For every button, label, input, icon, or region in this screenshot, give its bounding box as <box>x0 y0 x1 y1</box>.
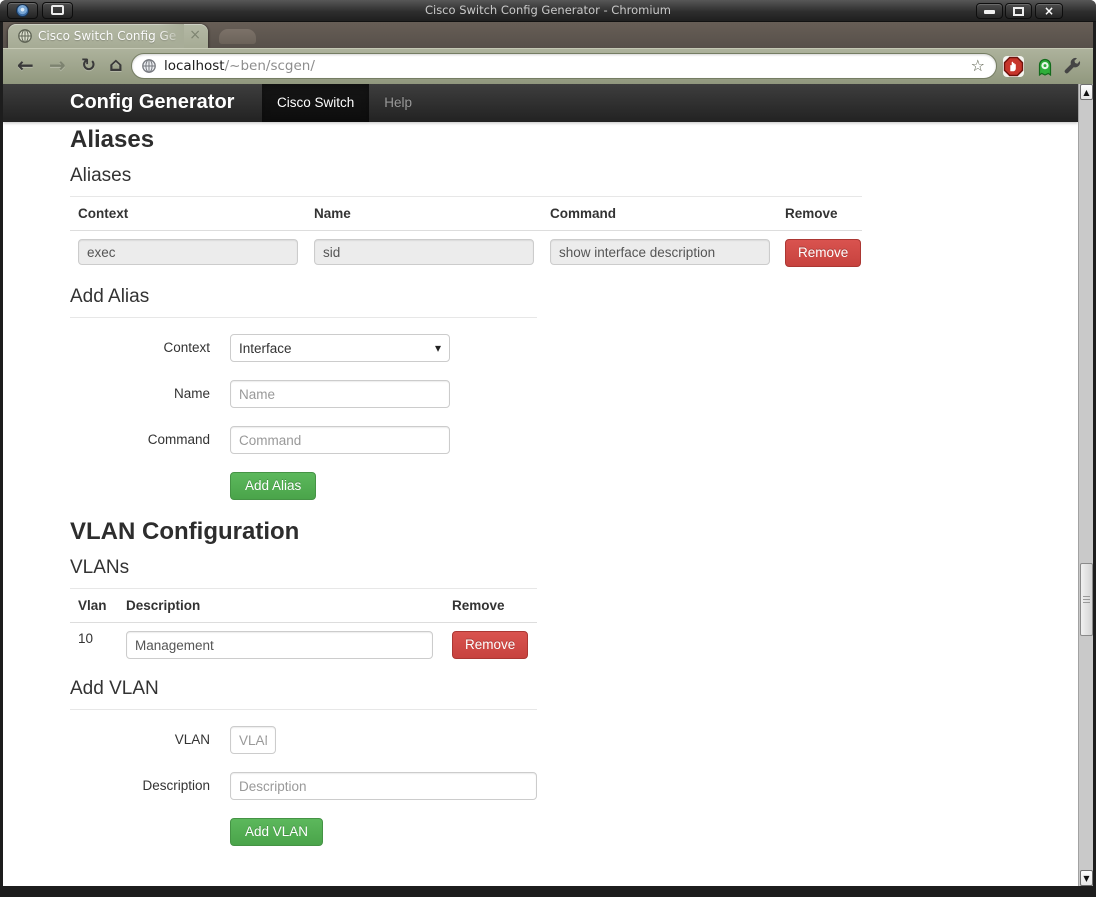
vlans-col-description: Description <box>118 589 444 623</box>
vlan-input[interactable] <box>230 726 276 754</box>
site-globe-icon <box>141 58 157 74</box>
nav-item-help[interactable]: Help <box>369 84 427 122</box>
content-container: Aliases Aliases Context Name Command Rem… <box>70 126 1010 846</box>
aliases-col-context: Context <box>70 197 306 231</box>
tab-title: Cisco Switch Config Ge <box>38 24 184 48</box>
maximize-button[interactable] <box>1005 3 1032 19</box>
site-navbar: Config Generator Cisco Switch Help <box>3 84 1078 122</box>
vlan-section-heading: VLAN Configuration <box>70 518 1010 546</box>
forward-icon: → <box>49 48 66 84</box>
close-button[interactable]: × <box>1035 3 1063 19</box>
wrench-menu-icon[interactable] <box>1062 56 1082 76</box>
add-alias-heading: Add Alias <box>70 285 537 318</box>
scrollbar-thumb[interactable] <box>1080 563 1093 636</box>
green-extension-icon[interactable] <box>1036 57 1054 76</box>
vlan-description-input[interactable] <box>126 631 433 659</box>
aliases-table-heading: Aliases <box>70 164 862 197</box>
add-alias-form: Context Interface ▾ Name <box>70 334 1010 500</box>
add-vlan-form: VLAN Description Add VLAN <box>70 726 1010 846</box>
new-tab-button[interactable] <box>219 29 256 44</box>
address-bar[interactable]: localhost/~ben/scgen/ ☆ <box>131 53 997 79</box>
alias-remove-button[interactable]: Remove <box>785 239 861 267</box>
maximize-icon <box>1013 7 1024 16</box>
context-label: Context <box>70 334 210 362</box>
vlans-col-vlan: Vlan <box>70 589 118 623</box>
add-alias-button[interactable]: Add Alias <box>230 472 316 500</box>
alias-command-input <box>550 239 770 265</box>
vlans-col-remove: Remove <box>444 589 537 623</box>
browser-tab[interactable]: Cisco Switch Config Ge × <box>8 24 208 48</box>
nav-item-cisco-switch[interactable]: Cisco Switch <box>262 84 369 122</box>
add-vlan-heading: Add VLAN <box>70 677 537 710</box>
vlans-table-heading: VLANs <box>70 556 537 589</box>
home-icon[interactable]: ⌂ <box>109 48 123 84</box>
tab-close-icon[interactable]: × <box>189 24 201 47</box>
vertical-scrollbar[interactable]: ▲ ▼ <box>1078 84 1093 886</box>
aliases-col-name: Name <box>306 197 542 231</box>
description-input[interactable] <box>230 772 537 800</box>
scroll-up-icon[interactable]: ▲ <box>1080 84 1093 100</box>
browser-toolbar: ← → ↻ ⌂ localhost/~ben/scgen/ ☆ <box>3 48 1093 84</box>
window-titlebar: Cisco Switch Config Generator - Chromium… <box>0 0 1096 22</box>
vlan-remove-button[interactable]: Remove <box>452 631 528 659</box>
page-viewport: Config Generator Cisco Switch Help Alias… <box>3 84 1078 886</box>
vlan-table-row: 10 Remove <box>70 623 537 668</box>
aliases-table: Context Name Command Remove Remove <box>70 197 862 275</box>
add-vlan-button[interactable]: Add VLAN <box>230 818 323 846</box>
command-label: Command <box>70 426 210 454</box>
alias-context-input <box>78 239 298 265</box>
name-label: Name <box>70 380 210 408</box>
vlan-id-cell: 10 <box>70 623 118 668</box>
aliases-section-heading: Aliases <box>70 126 1010 154</box>
alias-table-row: Remove <box>70 231 862 276</box>
close-icon: × <box>1036 4 1062 18</box>
context-select[interactable]: Interface ▾ <box>230 334 450 362</box>
navbar-brand[interactable]: Config Generator <box>70 84 234 121</box>
reload-icon[interactable]: ↻ <box>81 48 96 84</box>
browser-window: Cisco Switch Config Generator - Chromium… <box>0 0 1096 897</box>
tab-strip: Cisco Switch Config Ge × <box>3 22 1093 48</box>
tab-favicon-globe-icon <box>17 28 33 44</box>
alias-name-input <box>314 239 534 265</box>
scrollbar-grip <box>1083 596 1090 604</box>
minimize-button[interactable] <box>976 3 1003 19</box>
vlan-label: VLAN <box>70 726 210 754</box>
url-host: localhost <box>164 58 225 74</box>
adblock-extension-icon[interactable] <box>1003 56 1024 77</box>
description-label: Description <box>70 772 210 800</box>
aliases-col-remove: Remove <box>777 197 862 231</box>
aliases-col-command: Command <box>542 197 777 231</box>
back-icon[interactable]: ← <box>17 48 34 84</box>
url-text[interactable]: localhost/~ben/scgen/ <box>164 54 315 78</box>
vlans-table: Vlan Description Remove 10 Remove <box>70 589 537 667</box>
scroll-down-icon[interactable]: ▼ <box>1080 870 1093 886</box>
navbar-items: Cisco Switch Help <box>262 84 427 122</box>
window-title: Cisco Switch Config Generator - Chromium <box>0 0 1096 21</box>
url-path: /~ben/scgen/ <box>225 58 315 74</box>
bookmark-star-icon[interactable]: ☆ <box>971 54 985 78</box>
name-input[interactable] <box>230 380 450 408</box>
command-input[interactable] <box>230 426 450 454</box>
minimize-icon <box>984 10 995 14</box>
